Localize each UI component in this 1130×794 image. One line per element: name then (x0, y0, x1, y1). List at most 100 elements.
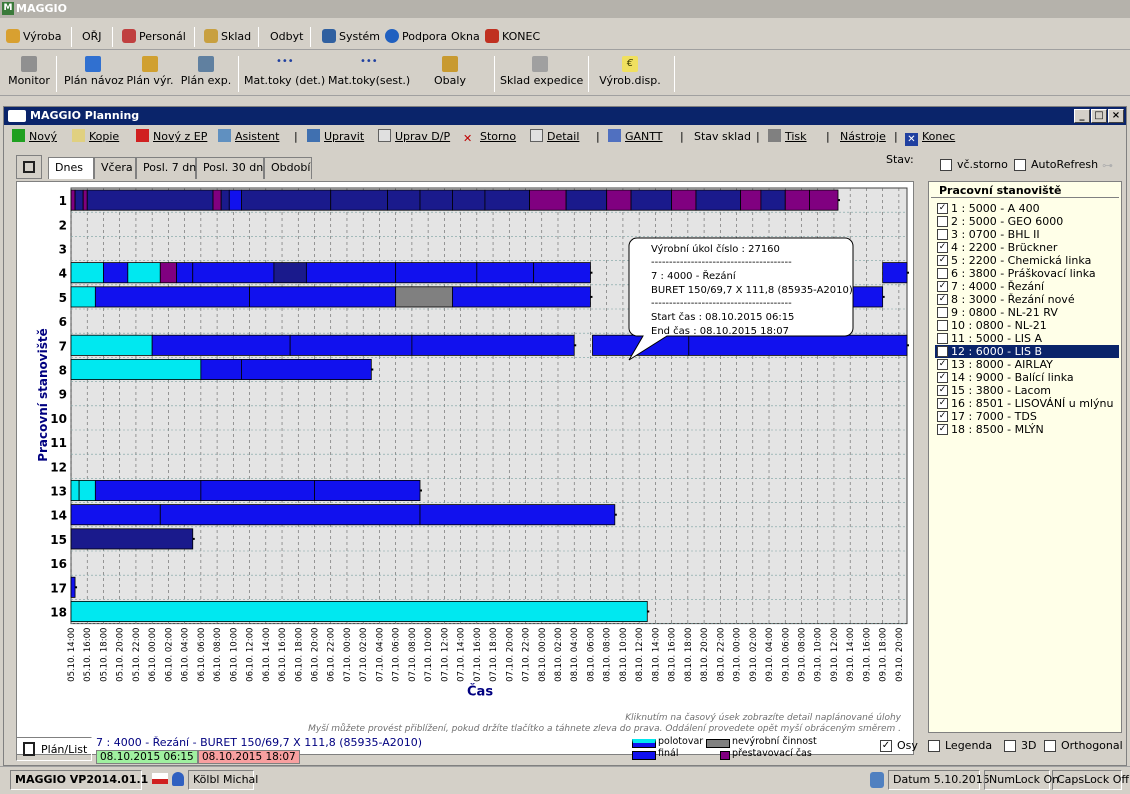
edit-dp-button[interactable]: Uprav D/P (378, 129, 450, 145)
workstation-item[interactable]: ✓ 16 : 8501 - LISOVÁNÍ u mlýnu (935, 397, 1119, 410)
minimize-button[interactable]: _ (1074, 109, 1090, 123)
workstation-checkbox[interactable] (937, 268, 948, 279)
workstation-checkbox[interactable] (937, 346, 948, 357)
tab-last-7[interactable]: Posl. 7 dní (136, 157, 199, 179)
gantt-svg[interactable]: 12345678910111213141516171805.10. 14:00 0… (17, 182, 913, 754)
workstation-checkbox[interactable] (937, 229, 948, 240)
workstation-checkbox[interactable]: ✓ (937, 398, 948, 409)
menu-personal[interactable]: Personál (122, 28, 186, 46)
workstation-item[interactable]: ✓ 15 : 3800 - Lacom (935, 384, 1119, 397)
menu-sklad[interactable]: Sklad (204, 28, 251, 46)
x-tick-label: 06.10. 00:00 (148, 628, 158, 682)
workstation-checkbox[interactable]: ✓ (937, 294, 948, 305)
workstation-item[interactable]: ✓ 4 : 2200 - Brückner (935, 241, 1119, 254)
maximize-button[interactable]: □ (1091, 109, 1107, 123)
workstation-checkbox[interactable]: ✓ (937, 411, 948, 422)
toolbar-sklad-expedice-button[interactable]: Sklad expedice (500, 56, 583, 94)
workstation-item[interactable]: ✓ 17 : 7000 - TDS (935, 410, 1119, 423)
sep-text: | (680, 130, 684, 143)
workstation-item[interactable]: ✓ 1 : 5000 - A 400 (935, 202, 1119, 215)
close-window-button[interactable]: ✕ Konec (905, 129, 955, 146)
list-view-icon (23, 161, 35, 173)
workstation-checkbox[interactable]: ✓ (937, 242, 948, 253)
workstation-item[interactable]: 6 : 3800 - Práškovací linka (935, 267, 1119, 280)
toolbar-plan-navoz-button[interactable]: Plán návoz (64, 56, 124, 94)
orthogonal-checkbox[interactable]: Orthogonal (1044, 739, 1123, 753)
workstation-item[interactable]: 10 : 0800 - NL-21 (935, 319, 1119, 332)
legend-changeover-label: přestavovací čas (732, 748, 812, 759)
workstation-item[interactable]: 11 : 5000 - LIS A (935, 332, 1119, 345)
workstation-checkbox[interactable] (937, 307, 948, 318)
workstation-checkbox[interactable]: ✓ (937, 203, 948, 214)
print-button[interactable]: Tisk (768, 129, 807, 145)
workstation-checkbox[interactable]: ✓ (937, 424, 948, 435)
workstation-checkbox[interactable]: ✓ (937, 372, 948, 383)
menu-odbyt[interactable]: Odbyt (270, 28, 303, 46)
workstation-item[interactable]: 9 : 0800 - NL-21 RV (935, 306, 1119, 319)
storno-checkbox[interactable]: vč.storno (940, 158, 1008, 172)
storno-button[interactable]: ✕ Storno (463, 129, 516, 145)
detail-button[interactable]: Detail (530, 129, 579, 145)
workstation-checkbox[interactable]: ✓ (937, 255, 948, 266)
gantt-bar (314, 479, 421, 501)
workstation-item[interactable]: 12 : 6000 - LIS B (935, 345, 1119, 358)
y-tick-label: 7 (59, 339, 67, 353)
new-button[interactable]: Nový (12, 129, 57, 145)
tab-today[interactable]: Dnes (48, 157, 94, 179)
help-icon (385, 29, 399, 43)
toolbar-vyrob-disp-button[interactable]: € Výrob.disp. (598, 56, 662, 94)
toolbar-mat-toky-sest-button[interactable]: ••• Mat.toky(sest.) (328, 56, 410, 94)
close-button[interactable]: × (1108, 109, 1124, 123)
x-tick-label: 07.10. 20:00 (505, 628, 515, 682)
new-from-ep-button[interactable]: Nový z EP (136, 129, 207, 145)
tab-period[interactable]: Období (264, 157, 312, 179)
legend-checkbox[interactable]: Legenda (928, 739, 992, 753)
tab-yesterday[interactable]: Včera (94, 157, 136, 179)
plan-list-button[interactable]: Plán/List (16, 737, 92, 761)
workstation-item[interactable]: ✓ 18 : 8500 - MLÝN (935, 423, 1119, 436)
3d-checkbox[interactable]: 3D (1004, 739, 1036, 753)
autorefresh-checkbox[interactable]: AutoRefresh (1014, 158, 1098, 172)
tab-last-30[interactable]: Posl. 30 dní (196, 157, 266, 179)
workstation-item[interactable]: 2 : 5000 - GEO 6000 (935, 215, 1119, 228)
stock-state-button[interactable]: Stav sklad (694, 129, 751, 145)
menu-orj[interactable]: OŘJ (82, 28, 102, 46)
workstation-checkbox[interactable]: ✓ (937, 359, 948, 370)
gantt-button[interactable]: GANTT (608, 129, 663, 145)
workstation-checkbox[interactable] (937, 320, 948, 331)
toolbar-mat-toky-det-button[interactable]: ••• Mat.toky (det.) (244, 56, 325, 94)
gantt-chart[interactable]: 1 2 3 4 5 6 7 8 9 10 11 12 13 14 15 16 17 18 05.10. 14:00 0… (16, 181, 914, 755)
workstation-checkbox[interactable]: ✓ (937, 385, 948, 396)
menu-okna[interactable]: Okna (451, 28, 480, 46)
assistant-button[interactable]: Asistent (218, 129, 279, 145)
workstation-checkbox[interactable]: ✓ (937, 281, 948, 292)
toolbar-monitor-button[interactable]: Monitor (8, 56, 50, 94)
axes-checkbox[interactable]: ✓ Osy (880, 739, 918, 753)
edit-button[interactable]: Upravit (307, 129, 364, 145)
workstation-item[interactable]: ✓ 14 : 9000 - Balící linka (935, 371, 1119, 384)
x-tick-label: 08.10. 22:00 (716, 628, 726, 682)
workstation-item[interactable]: 3 : 0700 - BHL II (935, 228, 1119, 241)
workstation-item[interactable]: ✓ 7 : 4000 - Řezání (935, 280, 1119, 293)
x-tick-label: 06.10. 14:00 (262, 628, 272, 682)
y-tick-label: 18 (50, 606, 67, 620)
toolbar-plan-exp-button[interactable]: Plán exp. (180, 56, 232, 94)
menu-konec[interactable]: KONEC (485, 28, 540, 46)
tools-button[interactable]: Nástroje (840, 129, 886, 145)
menu-podpora[interactable]: Podpora (385, 28, 447, 46)
menu-vyroba[interactable]: Výroba (6, 28, 61, 46)
toolbar-obaly-button[interactable]: Obaly (428, 56, 472, 94)
copy-button[interactable]: Kopie (72, 129, 119, 145)
database-icon (870, 772, 884, 788)
workstation-item[interactable]: ✓ 5 : 2200 - Chemická linka (935, 254, 1119, 267)
view-toggle-button[interactable] (16, 155, 42, 179)
main-toolbar: Monitor Plán návoz Plán výr. Plán exp. •… (0, 52, 1130, 96)
exit-icon (485, 29, 499, 43)
workstation-item[interactable]: ✓ 13 : 8000 - AIRLAY (935, 358, 1119, 371)
workstation-item[interactable]: ✓ 8 : 3000 - Řezání nové (935, 293, 1119, 306)
workstation-checkbox[interactable] (937, 333, 948, 344)
gantt-bar (220, 189, 230, 211)
menu-system[interactable]: Systém (322, 28, 380, 46)
workstation-checkbox[interactable] (937, 216, 948, 227)
toolbar-plan-vyr-button[interactable]: Plán výr. (126, 56, 174, 94)
